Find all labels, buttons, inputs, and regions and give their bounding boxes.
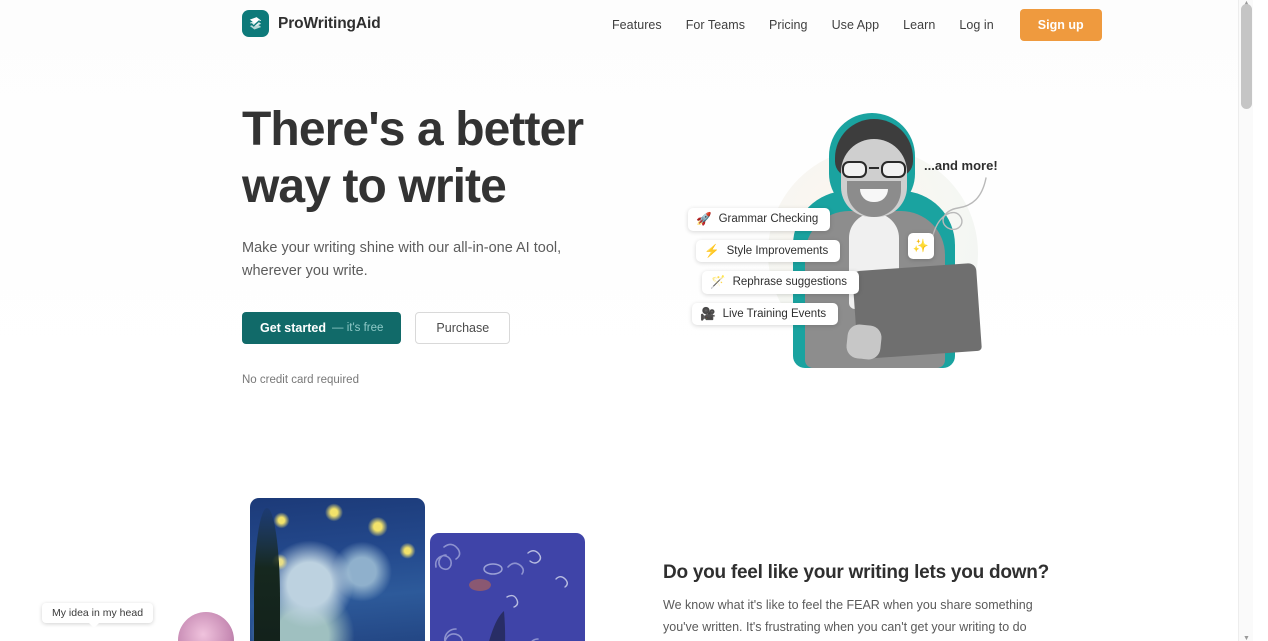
magic-wand-icon: 🪄	[710, 275, 726, 289]
nav-link-for-teams[interactable]: For Teams	[674, 10, 757, 40]
purchase-button[interactable]: Purchase	[415, 312, 511, 345]
doodle-image	[430, 533, 585, 641]
feature-chip-label: Grammar Checking	[718, 213, 819, 226]
glasses-icon	[841, 161, 907, 178]
scrollbar-thumb[interactable]	[1241, 4, 1252, 109]
feature-chip-live-training-events: 🎥 Live Training Events	[692, 302, 839, 325]
starry-night-image	[250, 498, 425, 641]
rocket-icon: 🚀	[696, 212, 712, 226]
nav-link-log-in[interactable]: Log in	[947, 10, 1005, 40]
no-credit-card-note: No credit card required	[242, 374, 359, 387]
decorative-circle	[178, 612, 234, 641]
main-navigation: Features For Teams Pricing Use App Learn…	[600, 9, 1102, 41]
section-copy: Do you feel like your writing lets you d…	[663, 562, 1049, 641]
scroll-down-arrow-icon[interactable]: ▼	[1239, 635, 1253, 641]
feature-chip-label: Style Improvements	[726, 244, 829, 257]
sparkles-icon: ✨	[908, 233, 934, 259]
feature-chip-list: 🚀 Grammar Checking ⚡ Style Improvements …	[688, 208, 860, 325]
feature-chip-rephrase-suggestions: 🪄 Rephrase suggestions	[702, 271, 860, 294]
nav-link-pricing[interactable]: Pricing	[757, 10, 820, 40]
lightning-bolt-icon: ⚡	[704, 243, 720, 258]
hero-title-line-1: There's a better	[242, 103, 584, 156]
writing-lets-you-down-section: My idea in my head Do you feel like your…	[0, 480, 1253, 641]
get-started-suffix: — it's free	[332, 322, 384, 335]
cypress-tree-shape	[254, 508, 280, 641]
doodle-swirls-icon	[434, 543, 568, 641]
hero-title-line-2: way to write	[242, 159, 507, 213]
hero-subtitle: Make your writing shine with our all-in-…	[242, 240, 562, 280]
page-scrollbar[interactable]: ▲ ▼	[1238, 0, 1253, 641]
hero-section: There's a better way to write Make your …	[0, 88, 1253, 418]
feature-chip-style-improvements: ⚡ Style Improvements	[696, 239, 841, 262]
feature-chip-label: Live Training Events	[722, 307, 827, 320]
feature-chip-label: Rephrase suggestions	[732, 276, 848, 289]
feature-chip-grammar-checking: 🚀 Grammar Checking	[688, 208, 831, 231]
hero-cta-group: Get started — it's free Purchase	[242, 312, 612, 345]
section-body: We know what it's like to feel the FEAR …	[663, 598, 1033, 634]
stacked-pages-logo-icon	[242, 10, 269, 37]
brand-logo-link[interactable]: ProWritingAid	[242, 10, 381, 37]
and-more-annotation: ...and more!	[924, 158, 998, 173]
page-root: ProWritingAid Features For Teams Pricing…	[0, 0, 1253, 641]
page-title: There's a better way to write	[242, 102, 612, 215]
sign-up-button[interactable]: Sign up	[1019, 9, 1102, 41]
squiggle-arrow-icon	[929, 177, 987, 253]
get-started-label: Get started	[260, 321, 326, 336]
brand-name: ProWritingAid	[278, 14, 381, 32]
nav-link-learn[interactable]: Learn	[891, 10, 947, 40]
hero-illustration: 🚀 Grammar Checking ⚡ Style Improvements …	[650, 88, 1040, 388]
my-idea-caption: My idea in my head	[42, 603, 154, 628]
hero-copy: There's a better way to write Make your …	[242, 102, 612, 386]
site-header: ProWritingAid Features For Teams Pricing…	[0, 0, 1253, 48]
get-started-button[interactable]: Get started — it's free	[242, 312, 402, 345]
video-camera-icon: 🎥	[700, 306, 716, 321]
nav-link-features[interactable]: Features	[600, 10, 674, 40]
section-title: Do you feel like your writing lets you d…	[663, 562, 1049, 583]
nav-link-use-app[interactable]: Use App	[820, 10, 892, 40]
